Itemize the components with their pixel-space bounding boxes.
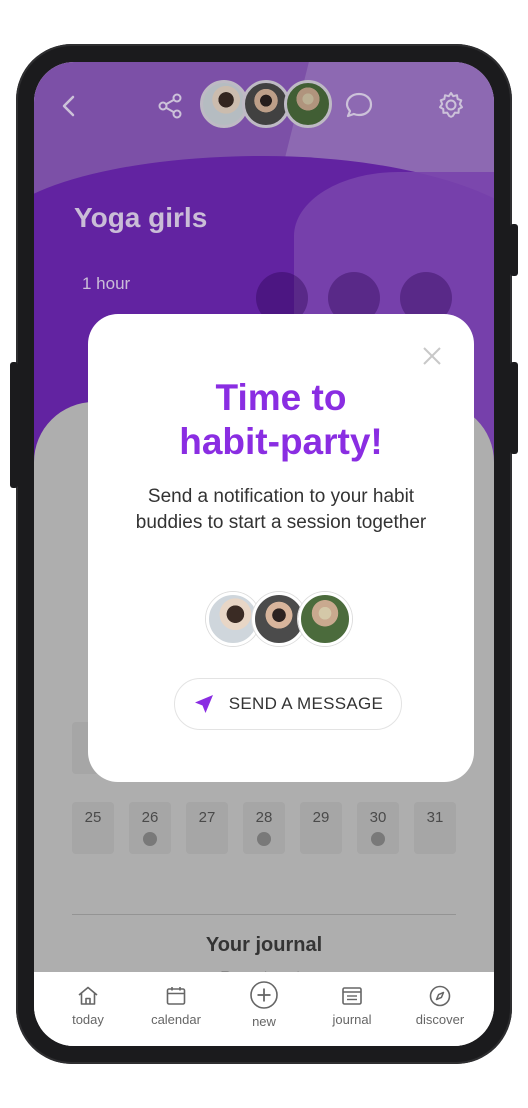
volume-button bbox=[10, 362, 18, 488]
nav-label: new bbox=[252, 1014, 276, 1029]
nav-item-calendar[interactable]: calendar bbox=[136, 984, 216, 1027]
nav-label: calendar bbox=[151, 1012, 201, 1027]
send-message-label: SEND A MESSAGE bbox=[228, 694, 384, 713]
send-message-button[interactable]: SEND A MESSAGE bbox=[174, 678, 402, 730]
phone-frame: Yoga girls 1 hour 25 26 27 28 29 30 31 Y… bbox=[10, 44, 518, 1064]
send-icon bbox=[194, 695, 213, 713]
buddy-avatars bbox=[206, 592, 356, 648]
nav-item-new[interactable]: new bbox=[224, 981, 304, 1029]
nav-item-today[interactable]: today bbox=[48, 984, 128, 1027]
app-screen: Yoga girls 1 hour 25 26 27 28 29 30 31 Y… bbox=[34, 62, 494, 1046]
bottom-navigation: today calendar new journal discover bbox=[34, 972, 494, 1046]
compass-icon bbox=[429, 985, 451, 1007]
modal-title: Time to habit-party! bbox=[88, 376, 474, 464]
nav-label: today bbox=[72, 1012, 104, 1027]
nav-item-discover[interactable]: discover bbox=[400, 984, 480, 1027]
nav-label: discover bbox=[415, 1012, 465, 1027]
nav-label: journal bbox=[332, 1012, 372, 1027]
close-icon[interactable] bbox=[420, 344, 444, 368]
plus-circle-icon bbox=[250, 981, 278, 1009]
modal-title-line: Time to bbox=[215, 377, 347, 418]
side-button bbox=[510, 362, 518, 454]
modal-title-line: habit-party! bbox=[179, 421, 383, 462]
buddy-avatar bbox=[298, 592, 352, 646]
nav-item-journal[interactable]: journal bbox=[312, 984, 392, 1027]
habit-party-modal: Time to habit-party! Send a notification… bbox=[88, 314, 474, 782]
journal-icon bbox=[342, 987, 362, 1005]
home-icon bbox=[78, 986, 98, 1005]
power-button bbox=[510, 224, 518, 276]
modal-message: Send a notification to your habit buddie… bbox=[135, 486, 427, 533]
calendar-icon bbox=[166, 987, 186, 1005]
